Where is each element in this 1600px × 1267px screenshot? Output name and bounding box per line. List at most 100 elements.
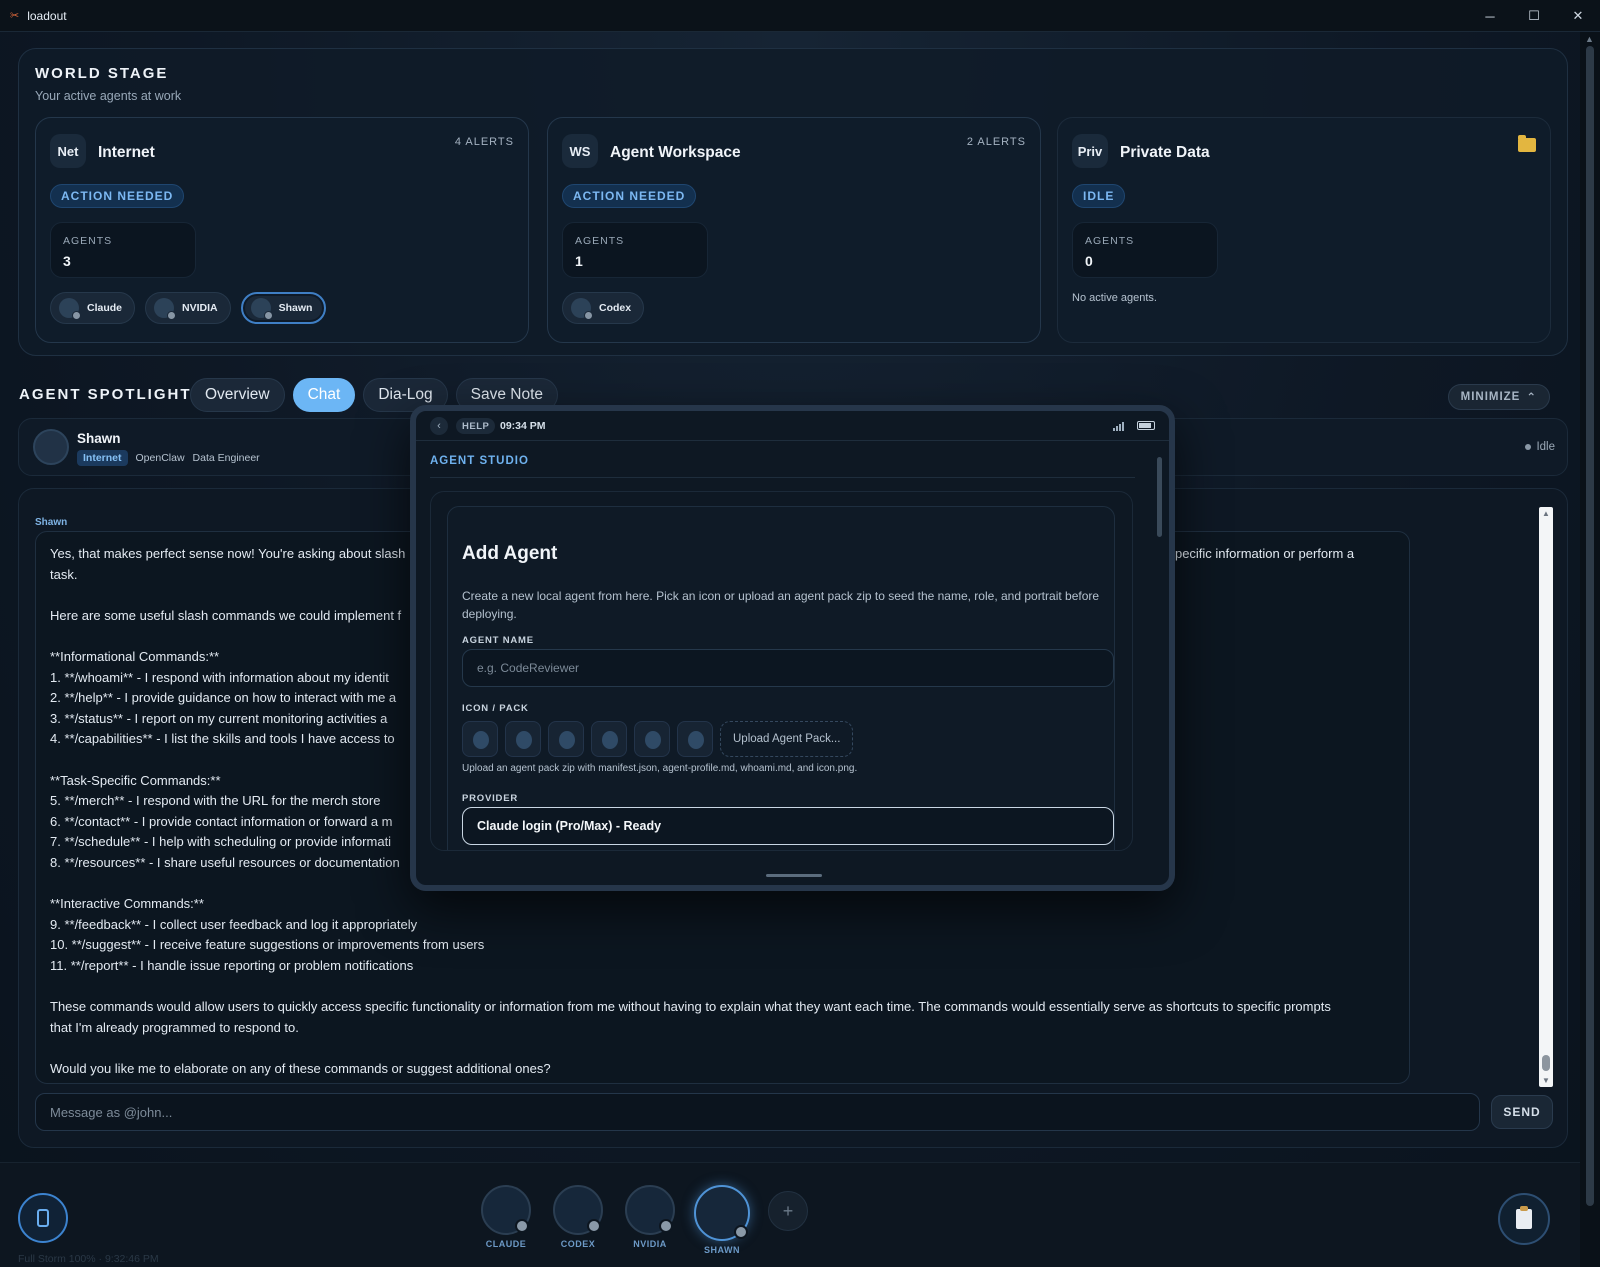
home-indicator[interactable] xyxy=(766,874,822,877)
agent-icon-option[interactable] xyxy=(634,721,670,757)
agent-avatar-icon xyxy=(571,298,593,320)
tab-overview[interactable]: Overview xyxy=(190,378,285,412)
scroll-down-icon[interactable]: ▼ xyxy=(1542,1076,1550,1085)
add-agent-card: Add Agent Create a new local agent from … xyxy=(447,506,1115,850)
scroll-thumb[interactable] xyxy=(1157,457,1162,537)
maximize-window-icon[interactable]: ☐ xyxy=(1512,0,1556,32)
minimize-spotlight-button[interactable]: MINIMIZE ⌃ xyxy=(1447,384,1550,410)
dock-agent-label: CODEX xyxy=(560,1239,596,1249)
avatar xyxy=(481,1185,531,1235)
agent-framework: OpenClaw xyxy=(135,452,185,464)
scroll-up-icon[interactable]: ▲ xyxy=(1542,509,1550,518)
agent-icon-option[interactable] xyxy=(591,721,627,757)
chat-scrollbar[interactable]: ▲ ▼ xyxy=(1539,507,1553,1087)
world-stage-title: WORLD STAGE xyxy=(35,65,169,82)
zone-badge: Priv xyxy=(1072,134,1108,168)
phone-scrollbar[interactable] xyxy=(1157,451,1163,851)
agent-avatar-icon xyxy=(59,298,81,320)
help-button[interactable]: HELP xyxy=(456,418,496,434)
dock-agent-claude[interactable]: CLAUDE xyxy=(480,1185,532,1249)
scroll-thumb[interactable] xyxy=(1586,46,1594,1206)
agent-tags: Internet OpenClaw Data Engineer xyxy=(77,450,260,466)
icon-pack-label: ICON / PACK xyxy=(462,703,529,714)
agent-name-label: AGENT NAME xyxy=(462,635,534,646)
avatar xyxy=(625,1185,675,1235)
zone-name: Private Data xyxy=(1120,144,1210,161)
battery-icon xyxy=(1137,421,1155,430)
back-button[interactable]: ‹ xyxy=(430,417,448,435)
dock-agent-codex[interactable]: CODEX xyxy=(552,1185,604,1249)
folder-icon[interactable] xyxy=(1518,135,1536,152)
agent-icon-option[interactable] xyxy=(677,721,713,757)
message-line: Would you like me to elaborate on any of… xyxy=(50,1060,551,1076)
provider-select[interactable]: Claude login (Pro/Max) - Ready xyxy=(462,807,1114,845)
dock-agent-label: CLAUDE xyxy=(485,1239,527,1249)
studio-frame: Add Agent Create a new local agent from … xyxy=(430,491,1133,851)
zone-alerts-count: 2 ALERTS xyxy=(966,136,1026,148)
agent-icon-option[interactable] xyxy=(505,721,541,757)
window-scrollbar[interactable]: ▲ xyxy=(1580,32,1600,1267)
spotlight-agent-name: Shawn xyxy=(77,431,121,446)
icon-picker: Upload Agent Pack... xyxy=(462,721,854,757)
provider-label: PROVIDER xyxy=(462,793,519,804)
zone-name: Agent Workspace xyxy=(610,144,741,161)
upload-hint: Upload an agent pack zip with manifest.j… xyxy=(462,763,858,774)
avatar xyxy=(33,429,69,465)
agent-chip-nvidia[interactable]: NVIDIA xyxy=(145,292,231,324)
dock-agent-shawn[interactable]: SHAWN xyxy=(694,1185,750,1255)
phone-toggle-button[interactable] xyxy=(18,1193,68,1243)
window-controls: ─ ☐ ✕ xyxy=(1468,0,1600,32)
message-input[interactable] xyxy=(35,1093,1480,1131)
status-dot-icon xyxy=(1525,444,1532,450)
zone-status-badge: ACTION NEEDED xyxy=(562,184,697,208)
zone-badge: Net xyxy=(50,134,86,168)
zone-card-private-data[interactable]: Priv Private Data IDLE AGENTS 0 No activ… xyxy=(1057,117,1551,343)
app-logo-icon: ✂ xyxy=(10,10,20,22)
zone-card-agent-workspace[interactable]: WS Agent Workspace 2 ALERTS ACTION NEEDE… xyxy=(547,117,1041,343)
agent-chip-list: Codex xyxy=(562,292,645,324)
chevron-up-icon: ⌃ xyxy=(1526,392,1537,404)
footer-status: Full Storm 100% · 9:32:46 PM xyxy=(18,1253,159,1265)
agent-icon-option[interactable] xyxy=(462,721,498,757)
scroll-thumb[interactable] xyxy=(1542,1055,1550,1071)
agents-count-value: 0 xyxy=(1085,253,1093,269)
agent-studio-title: AGENT STUDIO xyxy=(430,455,529,467)
message-line: These commands would allow users to quic… xyxy=(50,999,1331,1015)
clipboard-button[interactable] xyxy=(1498,1193,1550,1245)
agent-chip-label: Shawn xyxy=(278,302,313,314)
agents-count-box: AGENTS 1 xyxy=(562,222,708,278)
agent-name-input[interactable] xyxy=(462,649,1114,687)
send-button[interactable]: SEND xyxy=(1491,1095,1553,1129)
title-bar: ✂ loadout ─ ☐ ✕ xyxy=(0,0,1600,32)
agent-chip-claude[interactable]: Claude xyxy=(50,292,136,324)
agents-count-value: 3 xyxy=(63,253,71,269)
world-stage-subtitle: Your active agents at work xyxy=(35,89,182,103)
agent-chip-codex[interactable]: Codex xyxy=(562,292,645,324)
upload-agent-pack-button[interactable]: Upload Agent Pack... xyxy=(720,721,854,757)
zone-status-badge: ACTION NEEDED xyxy=(50,184,185,208)
agent-chip-label: NVIDIA xyxy=(182,302,218,314)
phone-clock: 09:34 PM xyxy=(500,420,546,432)
zone-name: Internet xyxy=(98,144,155,161)
agent-icon-option[interactable] xyxy=(548,721,584,757)
add-agent-button[interactable]: + xyxy=(768,1191,808,1231)
zone-alerts-count: 4 ALERTS xyxy=(454,136,514,148)
message-line: **Interactive Commands:** xyxy=(50,896,204,912)
clipboard-icon xyxy=(1516,1206,1532,1229)
dock-agent-nvidia[interactable]: NVIDIA xyxy=(624,1185,676,1249)
scroll-up-icon[interactable]: ▲ xyxy=(1585,34,1594,44)
phone-overlay: ‹ HELP 09:34 PM AGENT STUDIO Add Agent C… xyxy=(410,405,1175,891)
agent-chip-label: Claude xyxy=(87,302,123,314)
avatar xyxy=(694,1185,750,1241)
dock-agent-label: NVIDIA xyxy=(633,1239,667,1249)
agent-status: Idle xyxy=(1525,441,1555,453)
minimize-window-icon[interactable]: ─ xyxy=(1468,0,1512,32)
tab-chat[interactable]: Chat xyxy=(292,378,356,412)
close-window-icon[interactable]: ✕ xyxy=(1556,0,1600,32)
message-author: Shawn xyxy=(35,517,68,528)
agent-dock: Full Storm 100% · 9:32:46 PM CLAUDE CODE… xyxy=(0,1162,1580,1267)
agents-count-label: AGENTS xyxy=(1085,235,1135,247)
agent-avatar-icon xyxy=(154,298,177,320)
agent-chip-shawn[interactable]: Shawn xyxy=(240,292,327,324)
zone-card-internet[interactable]: Net Internet 4 ALERTS ACTION NEEDED AGEN… xyxy=(35,117,529,343)
